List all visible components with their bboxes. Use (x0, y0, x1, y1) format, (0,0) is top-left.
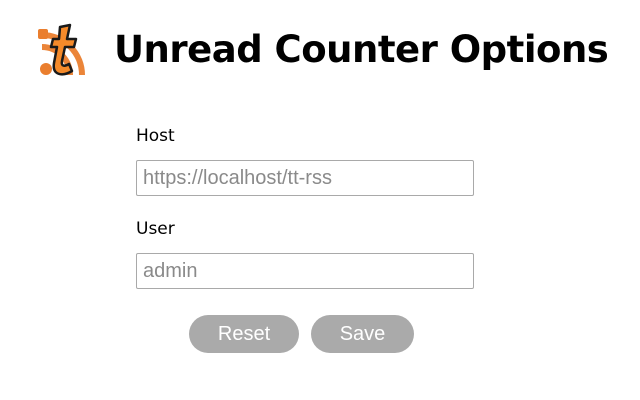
user-label: User (136, 219, 175, 239)
save-button[interactable]: Save (311, 315, 414, 353)
host-label: Host (136, 126, 175, 146)
options-form: Host User (136, 124, 476, 289)
tt-rss-logo-icon (36, 21, 94, 79)
button-row: Reset Save (189, 315, 414, 353)
reset-button[interactable]: Reset (189, 315, 299, 353)
page-title: Unread Counter Options (114, 28, 609, 71)
user-input[interactable] (136, 253, 474, 289)
host-input[interactable] (136, 160, 474, 196)
page-header (36, 20, 94, 80)
